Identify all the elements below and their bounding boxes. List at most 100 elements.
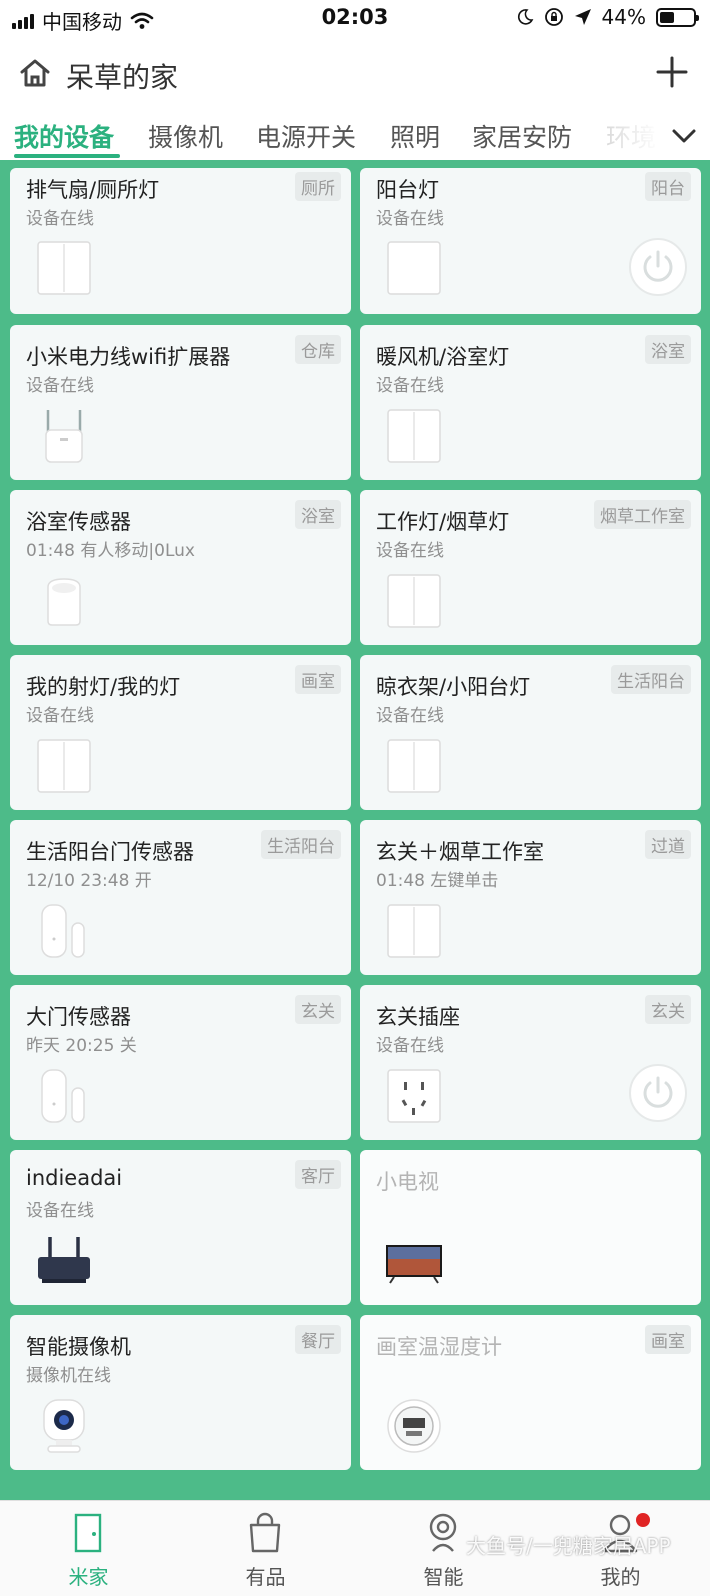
moon-icon [517, 9, 533, 25]
room-badge: 生活阳台 [611, 665, 691, 694]
tab-lighting[interactable]: 照明 [390, 118, 440, 154]
tab-cameras[interactable]: 摄像机 [148, 118, 223, 154]
device-status: 01:48 有人移动|0Lux [26, 541, 195, 561]
device-card[interactable]: 玄关＋烟草工作室 01:48 左键单击 过道 [360, 820, 701, 975]
wall-socket-icon [384, 1066, 444, 1126]
device-card[interactable]: 画室温湿度计 画室 [360, 1315, 701, 1470]
device-name: 我的射灯/我的灯 [26, 675, 181, 699]
device-card[interactable]: 智能摄像机摄像机在线 餐厅 [10, 1315, 351, 1470]
device-card[interactable]: 我的射灯/我的灯设备在线 画室 [10, 655, 351, 810]
active-tab-indicator [14, 154, 120, 158]
more-tabs-button[interactable] [664, 116, 704, 156]
double-switch-icon [384, 901, 444, 961]
chevron-down-icon [672, 129, 696, 143]
tab-power-switches[interactable]: 电源开关 [256, 118, 356, 154]
device-card[interactable]: 玄关插座设备在线 玄关 [360, 985, 701, 1140]
device-name: 晾衣架/小阳台灯 [376, 675, 531, 699]
room-badge: 餐厅 [295, 1325, 341, 1354]
device-name: 排气扇/厕所灯 [26, 178, 160, 202]
power-icon [643, 250, 673, 282]
thermometer-icon [384, 1396, 444, 1456]
room-badge: 客厅 [295, 1160, 341, 1189]
notification-dot [636, 1513, 650, 1527]
device-card[interactable]: 工作灯/烟草灯 设备在线 烟草工作室 [360, 490, 701, 645]
status-bar: 中国移动 02:03 44% [0, 0, 710, 36]
room-badge: 烟草工作室 [594, 500, 691, 529]
router-icon [34, 1231, 94, 1291]
category-tabs: 我的设备 摄像机 电源开关 照明 家居安防 环境 [0, 110, 710, 160]
device-status: 设备在线 [26, 209, 94, 229]
double-switch-icon [34, 736, 94, 796]
power-toggle-button[interactable] [629, 238, 687, 296]
device-name: 小米电力线wifi扩展器 [26, 345, 231, 369]
nav-label-smart: 智能 [423, 1565, 464, 1589]
device-status: 设备在线 [376, 541, 444, 561]
device-card[interactable]: 阳台灯设备在线 阳台 [360, 168, 701, 314]
device-name: 阳台灯 [376, 178, 439, 202]
tab-home-security[interactable]: 家居安防 [472, 118, 572, 154]
power-toggle-button[interactable] [629, 1064, 687, 1122]
device-card[interactable]: 小电视 [360, 1150, 701, 1305]
tab-my-devices[interactable]: 我的设备 [14, 118, 114, 154]
room-badge: 画室 [645, 1325, 691, 1354]
device-card[interactable]: 小米电力线wifi扩展器设备在线 仓库 [10, 325, 351, 480]
device-card[interactable]: 晾衣架/小阳台灯设备在线 生活阳台 [360, 655, 701, 810]
watermark: 大鱼号/一兜糖家居APP [466, 1534, 671, 1558]
room-badge: 玄关 [645, 995, 691, 1024]
single-switch-icon [384, 238, 444, 298]
tv-icon [384, 1231, 444, 1291]
device-status: 01:48 左键单击 [376, 871, 499, 891]
home-icon[interactable] [18, 56, 52, 90]
rotation-lock-icon [544, 8, 563, 26]
device-name: 暖风机/浴室灯 [376, 345, 510, 369]
home-title[interactable]: 呆草的家 [66, 56, 178, 96]
nav-label-mijia: 米家 [68, 1565, 109, 1589]
battery-icon [656, 7, 699, 27]
room-badge: 生活阳台 [261, 830, 341, 859]
device-card[interactable]: indieadai 设备在线 客厅 [10, 1150, 351, 1305]
bag-icon [249, 1512, 281, 1553]
power-icon [643, 1076, 673, 1108]
battery-percent: 44% [601, 5, 646, 29]
device-card[interactable]: 浴室传感器 01:48 有人移动|0Lux 浴室 [10, 490, 351, 645]
door-sensor-icon [34, 1066, 94, 1126]
nav-label-profile: 我的 [600, 1565, 641, 1589]
device-name: 玄关＋烟草工作室 [376, 840, 544, 864]
nav-youpin[interactable]: 有品 [177, 1501, 354, 1596]
device-name: 智能摄像机 [26, 1335, 131, 1359]
double-switch-icon [384, 571, 444, 631]
device-status: 设备在线 [26, 376, 94, 396]
room-badge: 仓库 [295, 335, 341, 364]
nav-mijia[interactable]: 米家 [0, 1501, 177, 1596]
device-status: 设备在线 [376, 706, 444, 726]
device-name: 玄关插座 [376, 1005, 460, 1029]
add-device-button[interactable] [652, 52, 692, 92]
device-status: 设备在线 [376, 376, 444, 396]
tab-fade [580, 110, 660, 160]
device-card[interactable]: 大门传感器昨天 20:25 关 玄关 [10, 985, 351, 1140]
device-name: 生活阳台门传感器 [26, 840, 194, 864]
device-name: 浴室传感器 [26, 510, 131, 534]
device-name: 小电视 [376, 1170, 439, 1194]
device-status: 设备在线 [26, 706, 94, 726]
device-status: 设备在线 [376, 1036, 444, 1056]
room-badge: 玄关 [295, 995, 341, 1024]
device-card[interactable]: 生活阳台门传感器 12/10 23:48 开 生活阳台 [10, 820, 351, 975]
device-card[interactable]: 排气扇/厕所灯 设备在线 厕所 [10, 168, 351, 314]
double-switch-icon [34, 238, 94, 298]
camera-icon [34, 1396, 94, 1456]
device-status: 12/10 23:48 开 [26, 871, 152, 891]
device-status: 设备在线 [376, 209, 444, 229]
room-badge: 浴室 [295, 500, 341, 529]
device-name: indieadai [26, 1166, 123, 1190]
device-status: 昨天 20:25 关 [26, 1036, 137, 1056]
device-status: 设备在线 [26, 1201, 94, 1221]
nav-label-youpin: 有品 [245, 1565, 286, 1589]
double-switch-icon [384, 406, 444, 466]
device-status: 摄像机在线 [26, 1366, 111, 1386]
device-name: 大门传感器 [26, 1005, 131, 1029]
door-sensor-icon [34, 901, 94, 961]
room-badge: 阳台 [645, 172, 691, 201]
room-badge: 画室 [295, 665, 341, 694]
device-card[interactable]: 暖风机/浴室灯 设备在线 浴室 [360, 325, 701, 480]
